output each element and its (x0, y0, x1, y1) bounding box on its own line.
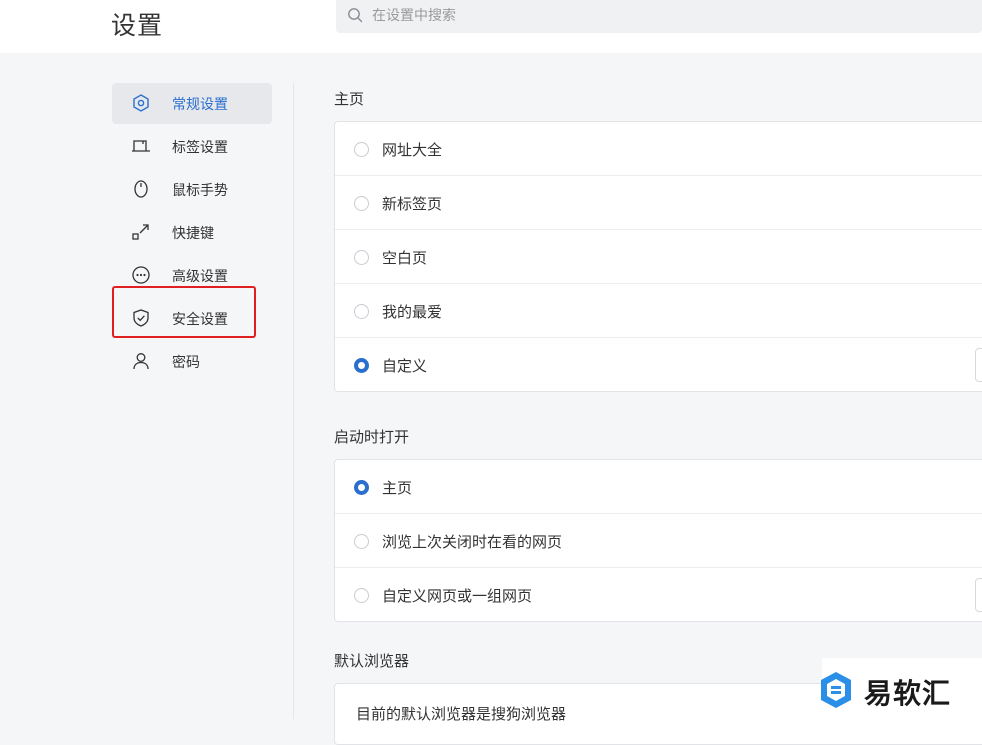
sidebar-item-passwords[interactable]: 密码 (112, 341, 272, 382)
sidebar-item-general[interactable]: 常规设置 (112, 83, 272, 124)
section-title-homepage: 主页 (334, 90, 365, 108)
sidebar-item-label: 高级设置 (172, 269, 228, 285)
radio-option-url-directory[interactable]: 网址大全 (335, 122, 982, 176)
sidebar-item-label: 常规设置 (172, 97, 228, 113)
option-label: 我的最爱 (382, 303, 443, 321)
sidebar-item-shortcuts[interactable]: 快捷键 (112, 212, 272, 253)
sidebar-item-label: 密码 (172, 355, 200, 371)
radio-button[interactable] (354, 588, 369, 603)
option-label: 自定义 (382, 357, 428, 375)
radio-button[interactable] (354, 304, 369, 319)
search-input[interactable] (372, 5, 932, 27)
radio-button[interactable] (354, 196, 369, 211)
sidebar-item-label: 快捷键 (172, 226, 214, 242)
section-title-default-browser: 默认浏览器 (334, 652, 410, 670)
radio-option-new-tab[interactable]: 新标签页 (335, 176, 982, 230)
watermark-logo-icon (816, 670, 856, 714)
radio-button-selected[interactable] (354, 480, 369, 495)
homepage-options-card: 网址大全 新标签页 空白页 我的最爱 自定义 (334, 121, 982, 392)
mouse-icon (131, 179, 151, 199)
radio-button[interactable] (354, 142, 369, 157)
option-label: 网址大全 (382, 141, 443, 159)
top-bar: 设置 (0, 0, 982, 53)
radio-option-blank-page[interactable]: 空白页 (335, 230, 982, 284)
highlight-annotation-box (112, 286, 256, 338)
search-icon (347, 7, 364, 28)
radio-option-restore-last-session[interactable]: 浏览上次关闭时在看的网页 (335, 514, 982, 568)
radio-button-selected[interactable] (354, 358, 369, 373)
shortcut-arrow-icon (131, 222, 151, 242)
page-title: 设置 (111, 11, 164, 40)
more-dots-icon (131, 265, 151, 285)
radio-option-custom[interactable]: 自定义 (335, 338, 982, 391)
sidebar-item-label: 标签设置 (172, 140, 228, 156)
default-browser-status: 目前的默认浏览器是搜狗浏览器 (356, 705, 567, 723)
startup-options-card: 主页 浏览上次关闭时在看的网页 自定义网页或一组网页 (334, 459, 982, 622)
sidebar-item-mouse-gestures[interactable]: 鼠标手势 (112, 169, 272, 210)
option-label: 空白页 (382, 249, 428, 267)
custom-homepage-input[interactable] (975, 348, 982, 382)
sidebar-divider (293, 83, 294, 719)
option-label: 自定义网页或一组网页 (382, 587, 533, 605)
option-label: 主页 (382, 479, 413, 497)
custom-pages-input[interactable] (975, 578, 982, 612)
section-title-startup: 启动时打开 (334, 428, 410, 446)
sidebar-item-tabs[interactable]: 标签设置 (112, 126, 272, 167)
sidebar-item-label: 鼠标手势 (172, 183, 228, 199)
radio-button[interactable] (354, 534, 369, 549)
watermark: 易软汇 (821, 658, 982, 719)
radio-button[interactable] (354, 250, 369, 265)
option-label: 浏览上次关闭时在看的网页 (382, 533, 563, 551)
gear-hexagon-icon (131, 93, 151, 113)
tab-icon (131, 136, 151, 156)
radio-option-favorites[interactable]: 我的最爱 (335, 284, 982, 338)
radio-option-custom-pages[interactable]: 自定义网页或一组网页 (335, 568, 982, 621)
search-box[interactable] (336, 0, 982, 33)
user-icon (131, 351, 151, 371)
option-label: 新标签页 (382, 195, 443, 213)
radio-option-homepage[interactable]: 主页 (335, 460, 982, 514)
sidebar: 常规设置 标签设置 鼠标手势 快捷键 高级设置 安全设置 密码 (112, 83, 272, 384)
watermark-text: 易软汇 (864, 677, 952, 710)
